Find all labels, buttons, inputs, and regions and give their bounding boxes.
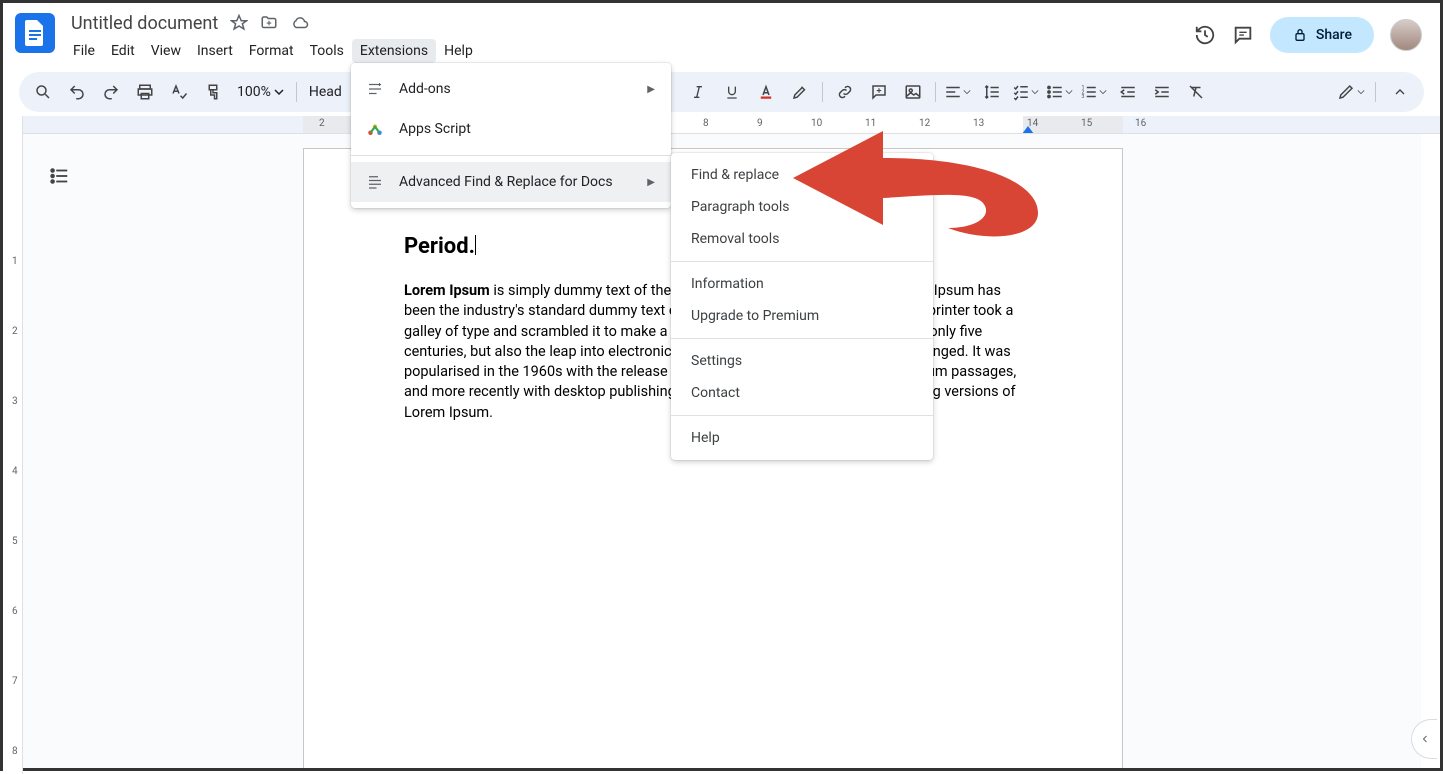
text-color-icon[interactable]: [750, 76, 782, 108]
addons-icon: [365, 80, 385, 98]
collapse-icon[interactable]: [1384, 76, 1416, 108]
history-icon[interactable]: [1194, 24, 1216, 46]
italic-icon[interactable]: [682, 76, 714, 108]
chevron-right-icon: ▶: [647, 84, 655, 95]
redo-icon[interactable]: [95, 76, 127, 108]
spellcheck-icon[interactable]: [163, 76, 195, 108]
share-button[interactable]: Share: [1270, 17, 1374, 53]
menu-help[interactable]: Help: [436, 39, 481, 63]
editing-mode-icon[interactable]: [1335, 76, 1367, 108]
line-spacing-icon[interactable]: [976, 76, 1008, 108]
svg-text:3: 3: [1082, 94, 1085, 100]
submenu-contact[interactable]: Contact: [671, 377, 933, 409]
print-icon[interactable]: [129, 76, 161, 108]
indent-decrease-icon[interactable]: [1112, 76, 1144, 108]
avatar[interactable]: [1390, 19, 1422, 51]
doc-title[interactable]: Untitled document: [65, 13, 224, 34]
menu-edit[interactable]: Edit: [103, 39, 143, 63]
undo-icon[interactable]: [61, 76, 93, 108]
menu-insert[interactable]: Insert: [189, 39, 241, 63]
afr-submenu: Find & replace Paragraph tools Removal t…: [671, 153, 933, 460]
bulleted-list-icon[interactable]: [1044, 76, 1076, 108]
docs-logo[interactable]: [15, 13, 55, 53]
indent-increase-icon[interactable]: [1146, 76, 1178, 108]
menu-extensions[interactable]: Extensions: [352, 39, 436, 63]
submenu-paragraph-tools[interactable]: Paragraph tools: [671, 191, 933, 223]
underline-icon[interactable]: [716, 76, 748, 108]
numbered-list-icon[interactable]: 123: [1078, 76, 1110, 108]
clear-formatting-icon[interactable]: [1180, 76, 1212, 108]
horizontal-ruler: 2 8 9 10 11 12 13 14 15 16: [23, 116, 1440, 134]
submenu-settings[interactable]: Settings: [671, 345, 933, 377]
extensions-dropdown: Add-ons ▶ Apps Script Advanced Find & Re…: [351, 63, 671, 208]
comments-icon[interactable]: [1232, 24, 1254, 46]
submenu-removal-tools[interactable]: Removal tools: [671, 223, 933, 255]
toolbar: 100% Head 123: [19, 72, 1424, 112]
star-icon[interactable]: [230, 14, 248, 32]
cloud-icon[interactable]: [290, 14, 310, 32]
checklist-icon[interactable]: [1010, 76, 1042, 108]
paint-format-icon[interactable]: [197, 76, 229, 108]
afr-icon: [365, 173, 385, 191]
vertical-ruler: 12 34 56 78: [3, 116, 23, 774]
add-comment-icon[interactable]: [863, 76, 895, 108]
submenu-find-replace[interactable]: Find & replace: [671, 159, 933, 191]
share-label: Share: [1316, 27, 1352, 43]
submenu-information[interactable]: Information: [671, 268, 933, 300]
menu-afr[interactable]: Advanced Find & Replace for Docs ▶: [351, 162, 671, 202]
search-icon[interactable]: [27, 76, 59, 108]
image-icon[interactable]: [897, 76, 929, 108]
apps-script-icon: [365, 120, 385, 138]
link-icon[interactable]: [829, 76, 861, 108]
menu-file[interactable]: File: [65, 39, 103, 63]
menu-view[interactable]: View: [143, 39, 189, 63]
menu-tools[interactable]: Tools: [302, 39, 352, 63]
outline-icon[interactable]: [41, 158, 77, 194]
zoom-select[interactable]: 100%: [231, 84, 290, 100]
menu-addons[interactable]: Add-ons ▶: [351, 69, 671, 109]
submenu-upgrade[interactable]: Upgrade to Premium: [671, 300, 933, 332]
move-icon[interactable]: [260, 14, 278, 32]
menu-apps-script[interactable]: Apps Script: [351, 109, 671, 149]
menu-format[interactable]: Format: [241, 39, 302, 63]
chevron-right-icon: ▶: [647, 177, 655, 188]
style-select[interactable]: Head: [303, 84, 348, 100]
align-icon[interactable]: [942, 76, 974, 108]
submenu-help[interactable]: Help: [671, 422, 933, 454]
highlight-icon[interactable]: [784, 76, 816, 108]
